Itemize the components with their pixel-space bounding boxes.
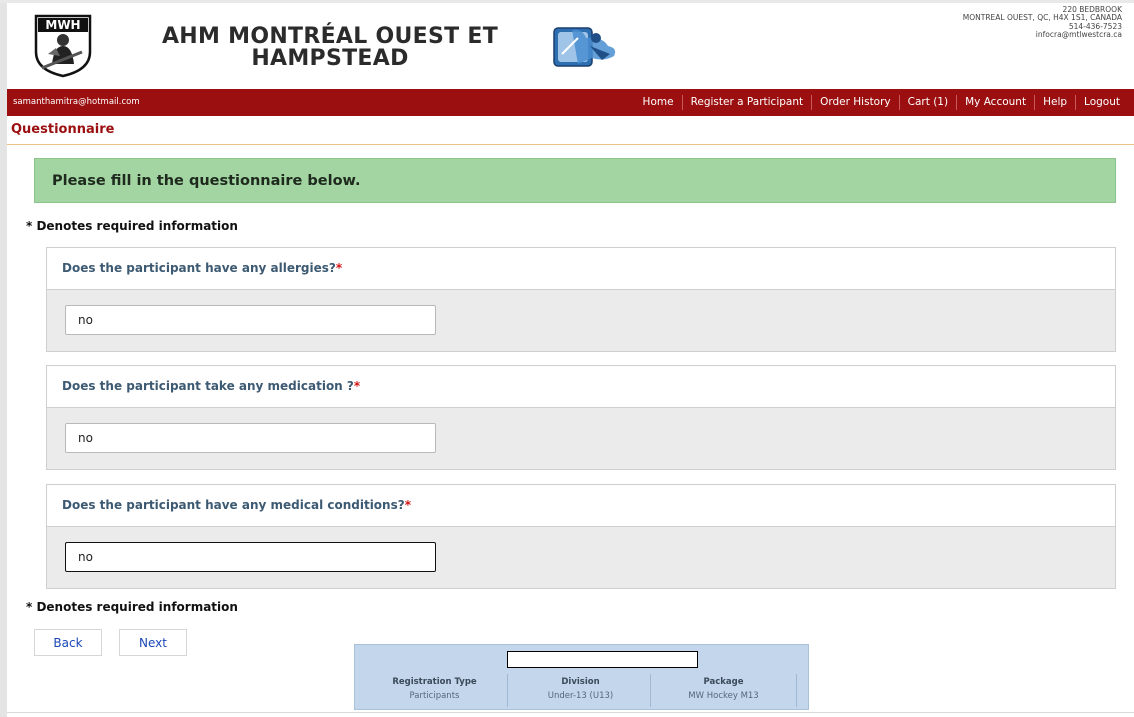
question-medication: Does the participant take any medication… <box>46 365 1116 470</box>
question-text: Does the participant have any allergies? <box>62 261 336 275</box>
summary-value: Participants <box>409 691 460 701</box>
required-star: * <box>353 379 361 393</box>
question-medical-conditions: Does the participant have any medical co… <box>46 484 1116 589</box>
summary-header: Package <box>703 677 744 687</box>
main-nav-bar: samanthamitra@hotmail.com Home Register … <box>7 89 1134 116</box>
summary-header: Registration Type <box>392 677 477 687</box>
page-title: Questionnaire <box>11 122 115 137</box>
question-label: Does the participant have any allergies?… <box>62 261 342 275</box>
question-header: Does the participant have any medical co… <box>47 485 1115 527</box>
mwh-logo-icon: MWH <box>30 12 96 78</box>
allergies-input[interactable] <box>65 305 436 335</box>
question-text: Does the participant have any medical co… <box>62 498 405 512</box>
contact-info: 220 BEDBROOK MONTREAL OUEST, QC, H4X 1S1… <box>862 5 1122 40</box>
nav-logout[interactable]: Logout <box>1075 95 1128 110</box>
instruction-banner: Please fill in the questionnaire below. <box>34 158 1116 203</box>
required-note-top: * Denotes required information <box>26 219 238 233</box>
contact-email[interactable]: infocra@mtlwestcra.ca <box>862 30 1122 39</box>
left-border <box>0 0 7 717</box>
svg-text:MWH: MWH <box>45 18 80 32</box>
hockey-quebec-logo-icon <box>552 24 622 70</box>
summary-package: Package MW Hockey M13 <box>650 674 797 707</box>
nav-cart[interactable]: Cart (1) <box>898 95 956 110</box>
question-allergies: Does the participant have any allergies?… <box>46 247 1116 352</box>
summary-registration-type: Registration Type Participants <box>362 674 507 707</box>
user-email: samanthamitra@hotmail.com <box>13 97 140 107</box>
medication-input[interactable] <box>65 423 436 453</box>
summary-value: MW Hockey M13 <box>688 691 759 701</box>
nav-register-participant[interactable]: Register a Participant <box>681 95 812 110</box>
medical-conditions-input[interactable] <box>65 542 436 572</box>
nav-help[interactable]: Help <box>1034 95 1075 110</box>
next-button[interactable]: Next <box>119 629 187 656</box>
nav-my-account[interactable]: My Account <box>956 95 1034 110</box>
summary-division: Division Under-13 (U13) <box>507 674 653 707</box>
nav-links: Home Register a Participant Order Histor… <box>635 89 1128 116</box>
required-note-bottom: * Denotes required information <box>26 600 238 614</box>
registration-summary: Registration Type Participants Division … <box>354 644 809 710</box>
bottom-border <box>7 712 1134 713</box>
top-border <box>0 0 1134 3</box>
banner-text: Please fill in the questionnaire below. <box>52 173 361 189</box>
question-header: Does the participant take any medication… <box>47 366 1115 408</box>
question-header: Does the participant have any allergies?… <box>47 248 1115 290</box>
nav-home[interactable]: Home <box>635 95 682 110</box>
question-text: Does the participant take any medication… <box>62 379 354 393</box>
back-button[interactable]: Back <box>34 629 102 656</box>
question-label: Does the participant have any medical co… <box>62 498 411 512</box>
page-title-bar: Questionnaire <box>7 116 1134 145</box>
nav-order-history[interactable]: Order History <box>811 95 899 110</box>
required-star: * <box>335 261 343 275</box>
redacted-box <box>507 651 698 668</box>
organization-title: AHM MONTRÉAL OUEST ET HAMPSTEAD <box>161 24 499 71</box>
question-label: Does the participant take any medication… <box>62 379 360 393</box>
required-star: * <box>404 498 411 512</box>
summary-header: Division <box>561 677 600 687</box>
summary-value: Under-13 (U13) <box>547 691 614 701</box>
